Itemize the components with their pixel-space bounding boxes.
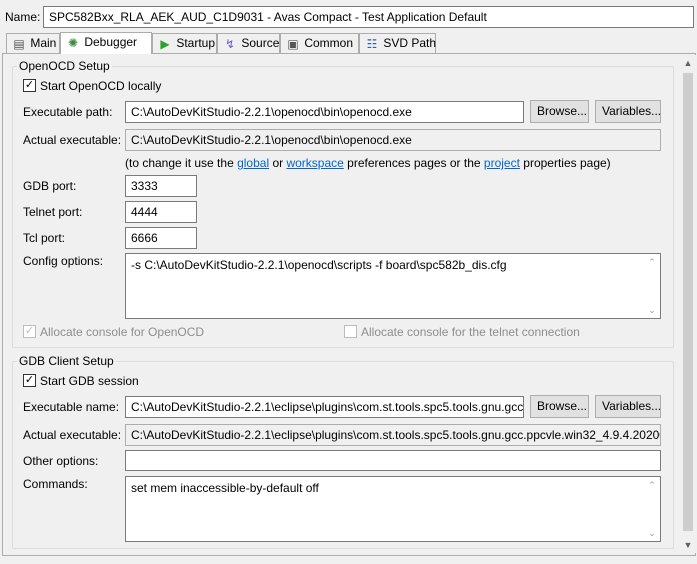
gdb-variables-button[interactable]: Variables... xyxy=(595,395,661,418)
gdb-exec-name-label: Executable name: xyxy=(23,400,120,414)
tab-main-label: Main xyxy=(30,36,57,50)
debugger-gear-icon: ✺ xyxy=(67,35,79,50)
scroll-thumb[interactable] xyxy=(683,73,693,531)
other-options-label: Other options: xyxy=(23,454,99,468)
main-tab-icon: ▤ xyxy=(13,36,25,51)
tab-debugger-label: Debugger xyxy=(84,35,138,49)
alloc-console-openocd-label: Allocate console for OpenOCD xyxy=(40,325,205,339)
tab-common-label: Common xyxy=(304,36,354,50)
tab-svd-path-label: SVD Path xyxy=(383,36,437,50)
chevron-down-icon[interactable]: ⌄ xyxy=(645,303,659,317)
telnet-port-input[interactable]: 4444 xyxy=(125,201,197,223)
scroll-down-icon[interactable]: ▼ xyxy=(680,537,696,553)
workspace-link[interactable]: workspace xyxy=(286,156,343,170)
openocd-hint-text: (to change it use the global or workspac… xyxy=(125,156,611,170)
global-link[interactable]: global xyxy=(237,156,269,170)
hint-or: or xyxy=(269,156,287,170)
telnet-port-label: Telnet port: xyxy=(23,205,83,219)
hint-prefix: (to change it use the xyxy=(125,156,238,170)
tab-debugger[interactable]: ✺ Debugger xyxy=(60,32,152,54)
alloc-console-telnet-checkbox[interactable] xyxy=(344,325,357,338)
commands-text: set mem inaccessible-by-default off xyxy=(131,481,319,495)
play-icon: ▶ xyxy=(160,36,170,51)
commands-scrollbar[interactable]: ⌃ ⌄ xyxy=(645,478,659,540)
commands-textarea[interactable]: set mem inaccessible-by-default off ⌃ ⌄ xyxy=(125,476,661,542)
hint-suffix: properties page) xyxy=(519,156,611,170)
tcl-port-input[interactable]: 6666 xyxy=(125,227,197,249)
openocd-setup-title: OpenOCD Setup xyxy=(17,59,112,73)
config-options-text: -s C:\AutoDevKitStudio-2.2.1\openocd\scr… xyxy=(131,258,507,272)
scroll-up-icon[interactable]: ▲ xyxy=(680,55,696,71)
chevron-up-icon[interactable]: ⌃ xyxy=(645,255,659,269)
chevron-up-icon[interactable]: ⌃ xyxy=(645,478,659,492)
alloc-console-openocd-checkbox[interactable]: ✓ xyxy=(23,325,36,338)
gdb-browse-button[interactable]: Browse... xyxy=(530,395,589,418)
config-options-scrollbar[interactable]: ⌃ ⌄ xyxy=(645,255,659,317)
gdb-exec-name-input[interactable]: C:\AutoDevKitStudio-2.2.1\eclipse\plugin… xyxy=(125,396,524,418)
openocd-exec-path-label: Executable path: xyxy=(23,105,113,119)
chevron-down-icon[interactable]: ⌄ xyxy=(645,526,659,540)
gdb-client-setup-title: GDB Client Setup xyxy=(17,354,116,368)
start-gdb-session-checkbox[interactable]: ✓ xyxy=(23,374,36,387)
other-options-input[interactable] xyxy=(125,450,661,471)
name-input[interactable]: SPC582Bxx_RLA_AEK_AUD_C1D9031 - Avas Com… xyxy=(43,6,694,28)
openocd-variables-button[interactable]: Variables... xyxy=(595,100,661,123)
gdb-port-label: GDB port: xyxy=(23,179,77,193)
config-options-label: Config options: xyxy=(23,254,104,268)
config-options-textarea[interactable]: -s C:\AutoDevKitStudio-2.2.1\openocd\scr… xyxy=(125,253,661,319)
tab-svd-path[interactable]: ☷ SVD Path xyxy=(359,33,436,53)
commands-label: Commands: xyxy=(23,477,88,491)
tab-main[interactable]: ▤ Main xyxy=(6,33,60,53)
alloc-console-telnet-label: Allocate console for the telnet connecti… xyxy=(361,325,580,339)
openocd-actual-exec-label: Actual executable: xyxy=(23,133,122,147)
tab-startup[interactable]: ▶ Startup xyxy=(152,33,217,53)
name-label: Name: xyxy=(5,10,41,24)
tab-common[interactable]: ▣ Common xyxy=(280,33,359,53)
tab-source-label: Source xyxy=(241,36,280,50)
gdb-actual-exec-label: Actual executable: xyxy=(23,428,122,442)
openocd-actual-exec-field: C:\AutoDevKitStudio-2.2.1\openocd\bin\op… xyxy=(125,129,661,151)
main-scrollbar[interactable]: ▲ ▼ xyxy=(680,55,696,553)
common-window-icon: ▣ xyxy=(287,36,299,51)
start-openocd-label: Start OpenOCD locally xyxy=(40,79,162,93)
openocd-exec-path-input[interactable]: C:\AutoDevKitStudio-2.2.1\openocd\bin\op… xyxy=(125,101,524,123)
hint-middle: preferences pages or the xyxy=(343,156,484,170)
start-openocd-checkbox[interactable]: ✓ xyxy=(23,79,36,92)
tcl-port-label: Tcl port: xyxy=(23,231,66,245)
svd-tree-icon: ☷ xyxy=(366,36,378,51)
source-icon: ↯ xyxy=(224,36,236,51)
gdb-actual-exec-field: C:\AutoDevKitStudio-2.2.1\eclipse\plugin… xyxy=(125,424,661,446)
gdb-port-input[interactable]: 3333 xyxy=(125,175,197,197)
start-gdb-session-label: Start GDB session xyxy=(40,374,139,388)
tab-source[interactable]: ↯ Source xyxy=(217,33,280,53)
openocd-browse-button[interactable]: Browse... xyxy=(530,100,589,123)
project-link[interactable]: project xyxy=(484,156,520,170)
tab-startup-label: Startup xyxy=(176,36,216,50)
